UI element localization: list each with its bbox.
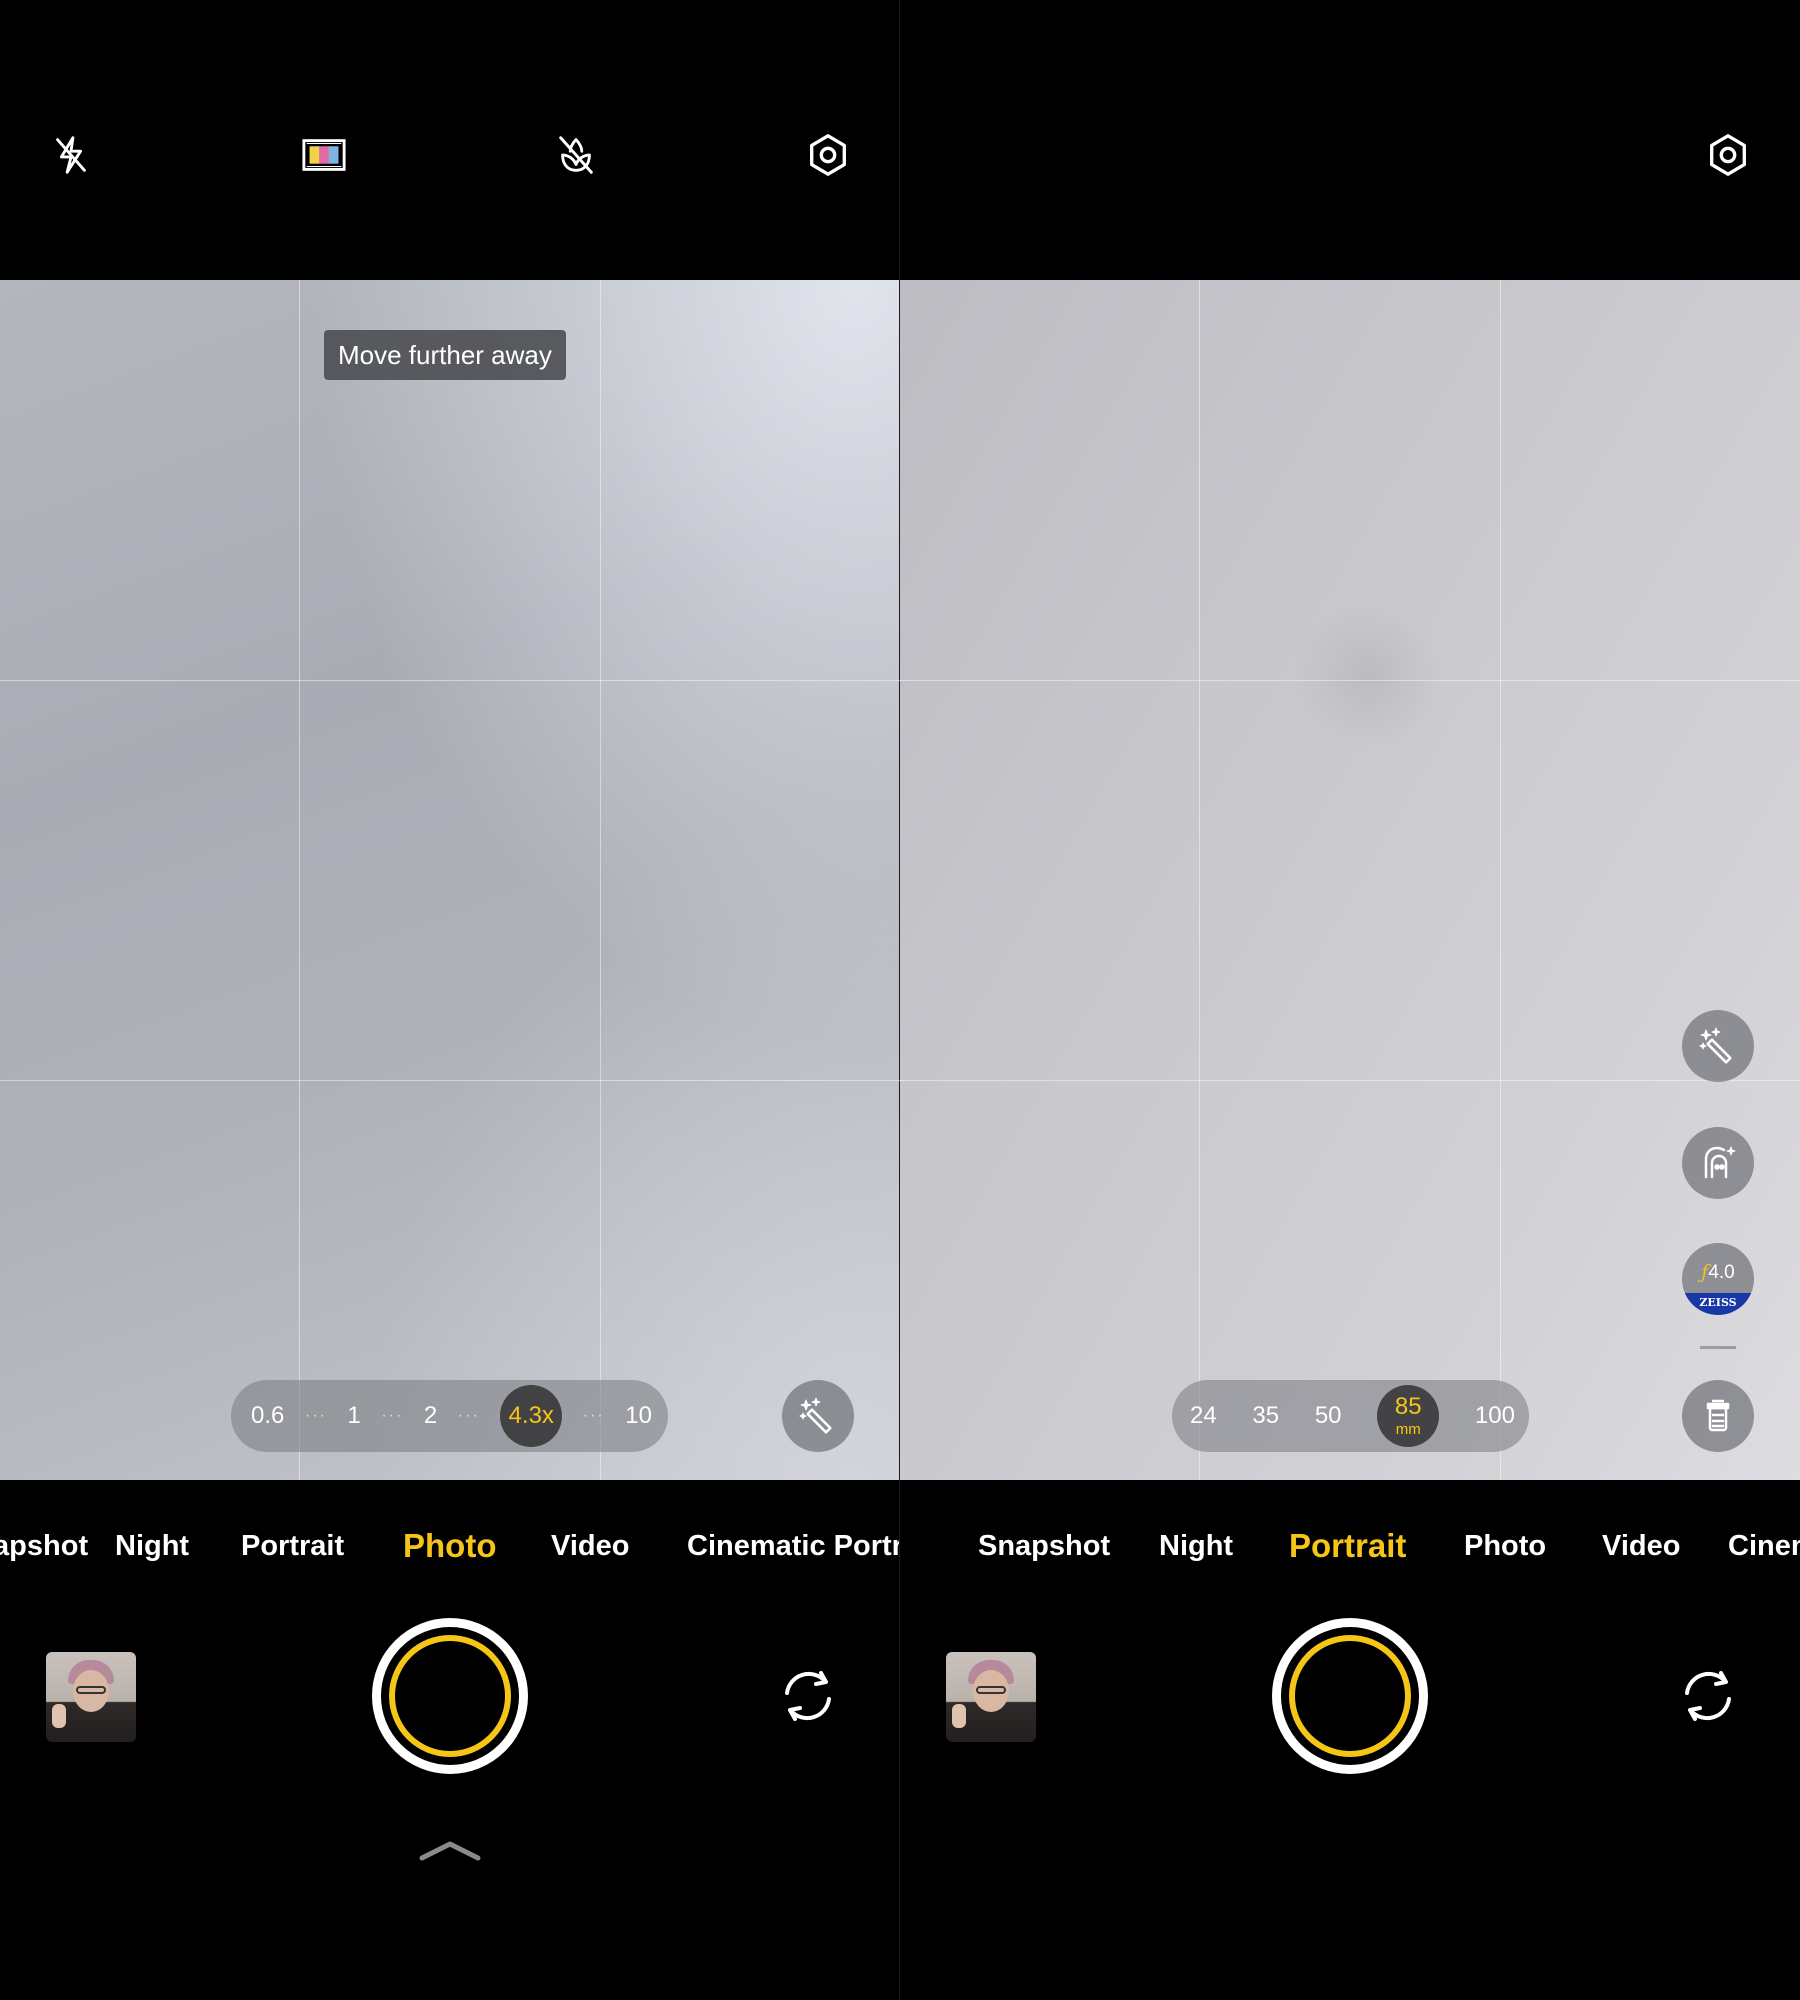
grid-line	[900, 1080, 1800, 1081]
grid-line	[1199, 280, 1200, 1480]
bokeh-style-icon[interactable]	[1682, 1380, 1754, 1452]
zoom-option-10[interactable]: 10	[625, 1402, 652, 1430]
focal-option-24[interactable]: 24	[1190, 1402, 1217, 1430]
grid-line	[0, 680, 900, 681]
zoom-dots: ···	[381, 1407, 404, 1424]
switch-camera-icon[interactable]	[777, 1665, 839, 1727]
focal-option-50[interactable]: 50	[1315, 1402, 1342, 1430]
zoom-option-2[interactable]: 2	[424, 1402, 437, 1430]
zoom-dots: ···	[582, 1407, 605, 1424]
gallery-thumbnail[interactable]	[46, 1652, 136, 1742]
focal-length-selector[interactable]: 24 35 50 85 mm 100	[1172, 1380, 1529, 1452]
flash-off-icon[interactable]	[46, 130, 96, 180]
shutter-button[interactable]	[372, 1618, 528, 1774]
zoom-dots: ···	[304, 1407, 327, 1424]
mode-snapshot[interactable]: Snapshot	[978, 1530, 1110, 1563]
mode-video[interactable]: Video	[1602, 1530, 1680, 1563]
focal-option-35[interactable]: 35	[1252, 1402, 1279, 1430]
chevron-up-icon[interactable]	[418, 1838, 482, 1862]
macro-off-icon[interactable]	[551, 130, 601, 180]
grid-line	[900, 680, 1800, 681]
portrait-beauty-icon[interactable]	[1682, 1127, 1754, 1199]
thumbnail-photo	[952, 1704, 966, 1728]
magic-wand-icon[interactable]	[1682, 1010, 1754, 1082]
mode-night[interactable]: Night	[1159, 1530, 1233, 1563]
mode-photo[interactable]: Photo	[1464, 1530, 1546, 1563]
mode-portrait-active[interactable]: Portrait	[1289, 1527, 1406, 1565]
thumbnail-photo	[976, 1686, 1006, 1694]
settings-icon[interactable]	[1703, 130, 1753, 180]
settings-icon[interactable]	[803, 130, 853, 180]
shutter-button[interactable]	[1272, 1618, 1428, 1774]
mode-cinematic[interactable]: Cinematic	[1728, 1530, 1800, 1563]
color-filter-icon[interactable]	[299, 130, 349, 180]
zoom-option-1[interactable]: 1	[347, 1402, 360, 1430]
focal-option-100[interactable]: 100	[1475, 1402, 1515, 1430]
zoom-option-0.6[interactable]: 0.6	[251, 1402, 284, 1430]
camera-screen-portrait: 24 35 50 85 mm 100 ƒ4.0 ZEISS Snapshot N…	[900, 0, 1800, 2000]
zoom-dots: ···	[457, 1407, 480, 1424]
grid-line	[0, 1080, 900, 1081]
mode-selector[interactable]: Snapshot Night Portrait Photo Video Cine…	[0, 1527, 900, 1586]
side-separator	[1700, 1346, 1736, 1349]
mode-photo-active[interactable]: Photo	[403, 1527, 496, 1565]
aperture-zeiss-icon[interactable]: ƒ4.0 ZEISS	[1682, 1243, 1754, 1315]
mode-video[interactable]: Video	[551, 1530, 629, 1563]
mode-selector[interactable]: Snapshot Night Portrait Photo Video Cine…	[900, 1527, 1800, 1586]
shutter-ring	[1289, 1635, 1411, 1757]
viewfinder[interactable]: Move further away 0.6 ··· 1 ··· 2 ··· 4.…	[0, 280, 900, 1480]
mode-cinematic-portrait[interactable]: Cinematic Portrait	[687, 1530, 900, 1563]
viewfinder[interactable]: 24 35 50 85 mm 100 ƒ4.0 ZEISS	[900, 280, 1800, 1480]
zeiss-logo: ZEISS	[1682, 1293, 1754, 1315]
f-number: 4.0	[1708, 1262, 1735, 1283]
gallery-thumbnail[interactable]	[946, 1652, 1036, 1742]
focal-value: 85	[1394, 1393, 1422, 1420]
top-toolbar	[0, 0, 900, 280]
thumbnail-photo	[76, 1686, 106, 1694]
switch-camera-icon[interactable]	[1677, 1665, 1739, 1727]
thumbnail-photo	[52, 1704, 66, 1728]
aperture-value: ƒ4.0	[1682, 1261, 1754, 1284]
mode-night[interactable]: Night	[115, 1530, 189, 1563]
focal-option-85-selected[interactable]: 85 mm	[1377, 1385, 1440, 1447]
zoom-selector[interactable]: 0.6 ··· 1 ··· 2 ··· 4.3x ··· 10	[231, 1380, 668, 1452]
grid-line	[299, 280, 300, 1480]
mode-portrait[interactable]: Portrait	[241, 1530, 344, 1563]
hint-toast: Move further away	[324, 330, 566, 380]
magic-wand-icon[interactable]	[782, 1380, 854, 1452]
focal-unit: mm	[1395, 1421, 1421, 1438]
mode-snapshot[interactable]: Snapshot	[0, 1530, 88, 1563]
shutter-ring	[389, 1635, 511, 1757]
top-toolbar	[900, 0, 1800, 280]
grid-line	[600, 280, 601, 1480]
camera-screen-photo: Move further away 0.6 ··· 1 ··· 2 ··· 4.…	[0, 0, 900, 2000]
grid-line	[1500, 280, 1501, 1480]
zoom-option-4.3x-selected[interactable]: 4.3x	[500, 1385, 563, 1447]
